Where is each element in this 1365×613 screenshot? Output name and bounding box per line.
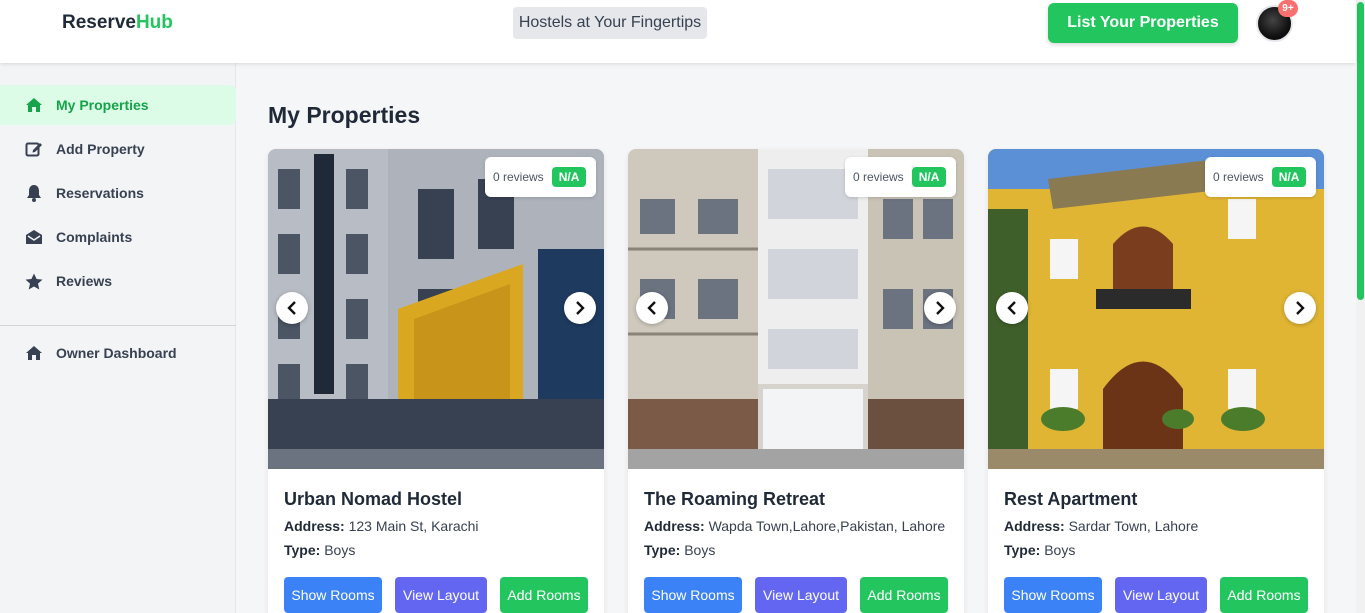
- chevron-left-icon: [1007, 301, 1017, 315]
- sidebar-item-add-property[interactable]: Add Property: [0, 129, 236, 169]
- address-value: Wapda Town,Lahore,Pakistan, Lahore: [708, 518, 946, 534]
- review-summary: 0 reviews N/A: [485, 157, 596, 197]
- sidebar-item-my-properties[interactable]: My Properties: [0, 85, 236, 125]
- type-value: Boys: [684, 542, 716, 558]
- property-image: 0 reviews N/A: [268, 149, 604, 469]
- type-label: Type:: [644, 542, 681, 558]
- rating-badge: N/A: [551, 167, 587, 187]
- chevron-left-icon: [647, 301, 657, 315]
- property-address: Address: Sardar Town, Lahore: [1004, 518, 1198, 534]
- view-layout-button[interactable]: View Layout: [1115, 577, 1207, 613]
- next-image-button[interactable]: [924, 292, 956, 324]
- home-icon: [25, 344, 43, 362]
- property-name: Urban Nomad Hostel: [284, 489, 463, 509]
- property-type: Type: Boys: [284, 542, 355, 558]
- property-card: 0 reviews N/A Urban Nomad Hostel Address…: [268, 149, 604, 613]
- envelope-open-icon: [25, 228, 43, 246]
- property-name: Rest Apartment: [1004, 489, 1138, 509]
- address-value: Sardar Town, Lahore: [1068, 518, 1199, 534]
- property-address: Address: Wapda Town,Lahore,Pakistan, Lah…: [644, 518, 945, 534]
- add-rooms-button[interactable]: Add Rooms: [500, 577, 588, 613]
- sidebar-item-label: My Properties: [56, 97, 149, 113]
- property-address: Address: 123 Main St, Karachi: [284, 518, 479, 534]
- sidebar: My Properties Add Property Reservations …: [0, 63, 236, 613]
- review-summary: 0 reviews N/A: [845, 157, 956, 197]
- address-label: Address:: [1004, 518, 1065, 534]
- property-card: 0 reviews N/A Rest Apartment Address: Sa…: [988, 149, 1324, 613]
- prev-image-button[interactable]: [996, 292, 1028, 324]
- address-value: 123 Main St, Karachi: [348, 518, 479, 534]
- address-label: Address:: [644, 518, 705, 534]
- app-logo[interactable]: ReserveHub: [62, 12, 173, 34]
- review-summary: 0 reviews N/A: [1205, 157, 1316, 197]
- logo-text-hub: Hub: [135, 12, 173, 33]
- next-image-button[interactable]: [564, 292, 596, 324]
- rating-badge: N/A: [1271, 167, 1307, 187]
- star-icon: [25, 272, 43, 290]
- review-count: 0 reviews: [493, 170, 544, 184]
- bell-icon: [25, 184, 43, 202]
- sidebar-item-label: Complaints: [56, 229, 133, 245]
- type-value: Boys: [1044, 542, 1076, 558]
- next-image-button[interactable]: [1284, 292, 1316, 324]
- rating-badge: N/A: [911, 167, 947, 187]
- sidebar-item-complaints[interactable]: Complaints: [0, 217, 236, 257]
- property-type: Type: Boys: [1004, 542, 1075, 558]
- add-rooms-button[interactable]: Add Rooms: [1220, 577, 1308, 613]
- scrollbar-thumb[interactable]: [1357, 2, 1364, 300]
- prev-image-button[interactable]: [276, 292, 308, 324]
- property-type: Type: Boys: [644, 542, 715, 558]
- sidebar-divider: [0, 325, 236, 326]
- review-count: 0 reviews: [853, 170, 904, 184]
- chevron-right-icon: [1295, 301, 1305, 315]
- logo-text-reserve: Reserve: [62, 12, 136, 33]
- view-layout-button[interactable]: View Layout: [755, 577, 847, 613]
- sidebar-item-label: Owner Dashboard: [56, 345, 177, 361]
- show-rooms-button[interactable]: Show Rooms: [1004, 577, 1102, 613]
- show-rooms-button[interactable]: Show Rooms: [644, 577, 742, 613]
- notification-badge: 9+: [1278, 0, 1298, 17]
- type-value: Boys: [324, 542, 356, 558]
- property-image: 0 reviews N/A: [628, 149, 964, 469]
- property-card: 0 reviews N/A The Roaming Retreat Addres…: [628, 149, 964, 613]
- sidebar-item-owner-dashboard[interactable]: Owner Dashboard: [0, 333, 236, 373]
- sidebar-item-label: Reservations: [56, 185, 144, 201]
- property-name: The Roaming Retreat: [644, 489, 826, 509]
- sidebar-item-reservations[interactable]: Reservations: [0, 173, 236, 213]
- type-label: Type:: [284, 542, 321, 558]
- tagline: Hostels at Your Fingertips: [513, 7, 707, 39]
- page-scrollbar[interactable]: [1356, 0, 1365, 613]
- page-title: My Properties: [268, 102, 421, 128]
- home-icon: [25, 96, 43, 114]
- sidebar-item-reviews[interactable]: Reviews: [0, 261, 236, 301]
- type-label: Type:: [1004, 542, 1041, 558]
- add-rooms-button[interactable]: Add Rooms: [860, 577, 948, 613]
- chevron-left-icon: [287, 301, 297, 315]
- edit-icon: [25, 140, 43, 158]
- top-header: ReserveHub Hostels at Your Fingertips Li…: [0, 0, 1356, 63]
- review-count: 0 reviews: [1213, 170, 1264, 184]
- address-label: Address:: [284, 518, 345, 534]
- show-rooms-button[interactable]: Show Rooms: [284, 577, 382, 613]
- view-layout-button[interactable]: View Layout: [395, 577, 487, 613]
- prev-image-button[interactable]: [636, 292, 668, 324]
- chevron-right-icon: [935, 301, 945, 315]
- sidebar-item-label: Reviews: [56, 273, 113, 289]
- chevron-right-icon: [575, 301, 585, 315]
- property-image: 0 reviews N/A: [988, 149, 1324, 469]
- sidebar-item-label: Add Property: [56, 141, 145, 157]
- list-your-properties-button[interactable]: List Your Properties: [1048, 3, 1238, 43]
